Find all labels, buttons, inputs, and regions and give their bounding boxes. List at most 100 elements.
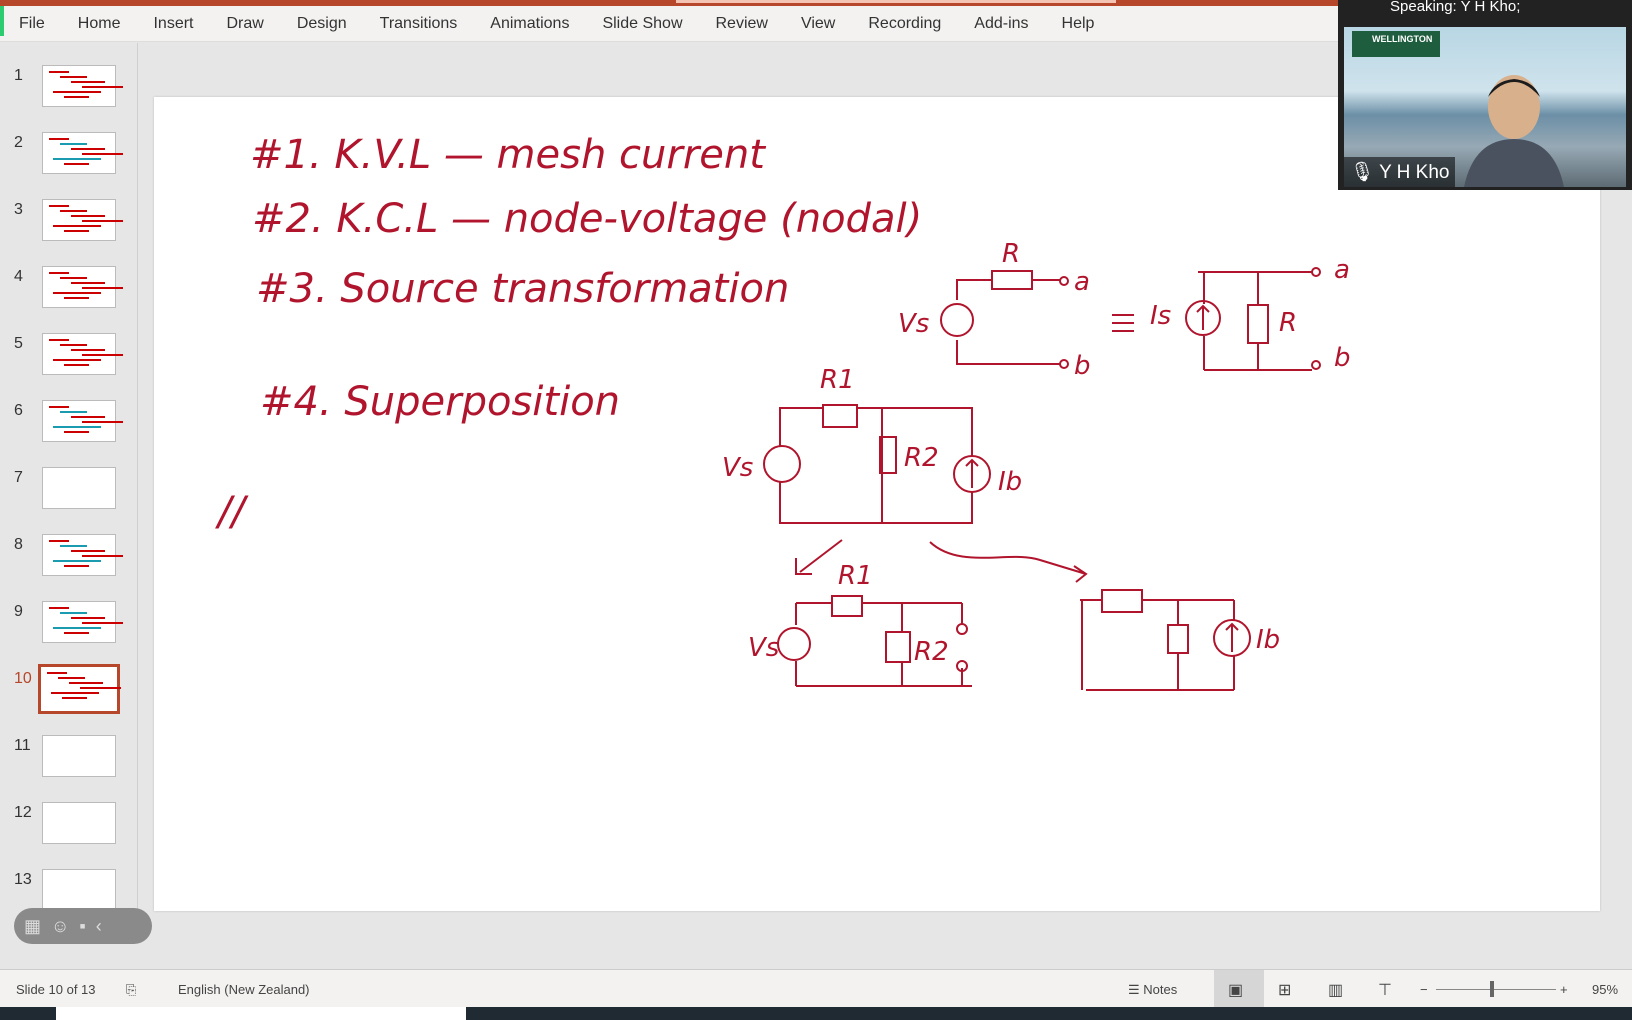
participant-video <box>1464 75 1564 187</box>
emoji-icon[interactable]: ☺ <box>51 916 69 937</box>
speaking-indicator: Speaking: Y H Kho; <box>1390 0 1521 15</box>
label-vs-3: Vs <box>748 633 779 663</box>
slide-thumbnail-8[interactable]: 8 <box>0 534 138 584</box>
thumbnail-preview <box>42 601 123 643</box>
label-r: R <box>1002 239 1020 269</box>
label-a-norton: a <box>1334 255 1350 285</box>
label-vs: Vs <box>898 309 929 339</box>
slide-thumbnail-12[interactable]: 12 <box>0 802 138 852</box>
slide-thumbnail-4[interactable]: 4 <box>0 266 138 316</box>
slide-number: 12 <box>14 804 32 821</box>
thumbnail-preview <box>42 869 116 911</box>
label-r1-b: R1 <box>838 561 873 591</box>
ink-drawing: #1. K.V.L — mesh current #2. K.C.L — nod… <box>215 132 1351 691</box>
status-bar: Slide 10 of 13 ⎘ English (New Zealand) ☰… <box>0 969 1632 1008</box>
tab-file[interactable]: File <box>19 15 45 33</box>
slide-number: 7 <box>14 469 23 486</box>
tab-add-ins[interactable]: Add-ins <box>974 15 1028 33</box>
slide-canvas[interactable]: #1. K.V.L — mesh current #2. K.C.L — nod… <box>154 97 1600 911</box>
slide-thumbnail-9[interactable]: 9 <box>0 601 138 651</box>
slide-number: 6 <box>14 402 23 419</box>
slide-line-1: #1. K.V.L — mesh current <box>250 132 766 178</box>
search-box[interactable] <box>676 0 1116 3</box>
window-edge <box>0 6 4 36</box>
tab-view[interactable]: View <box>801 15 835 33</box>
slide-number: 11 <box>14 737 31 754</box>
tab-transitions[interactable]: Transitions <box>380 15 458 33</box>
zoom-slider[interactable] <box>1436 989 1556 990</box>
thumbnail-preview <box>42 132 123 174</box>
thumbnail-preview <box>42 735 116 777</box>
slide-thumbnail-6[interactable]: 6 <box>0 400 138 450</box>
label-a: a <box>1074 267 1090 297</box>
slide-number: 2 <box>14 134 23 151</box>
slide-line-2: #2. K.C.L — node-voltage (nodal) <box>252 196 922 242</box>
participant-name: 🎙 Y H Kho <box>1344 157 1456 187</box>
thumbnail-preview <box>42 266 123 308</box>
taskbar-search[interactable] <box>56 1007 466 1020</box>
tab-animations[interactable]: Animations <box>490 15 569 33</box>
tab-design[interactable]: Design <box>297 15 347 33</box>
circuit-drawings <box>763 267 1321 691</box>
video-panel[interactable]: Speaking: Y H Kho; WELLINGTON 🎙 Y H Kho <box>1338 0 1632 190</box>
slideshow-icon[interactable]: ⊤ <box>1378 980 1392 1000</box>
collapse-icon[interactable]: ‹ <box>96 916 102 937</box>
ribbon-tabs: File Home Insert Draw Design Transitions… <box>0 6 1340 42</box>
normal-view-icon[interactable]: ▣ <box>1228 980 1243 1000</box>
reading-view-icon[interactable]: ▥ <box>1328 980 1343 1000</box>
slide-number: 3 <box>14 201 23 218</box>
slide-line-5: // <box>215 489 249 535</box>
slide-thumbnail-11[interactable]: 11 <box>0 735 138 785</box>
slide-number: 10 <box>14 670 32 687</box>
label-r1: R1 <box>820 365 855 395</box>
thumbnail-preview <box>42 534 123 576</box>
slide-thumbnail-1[interactable]: 1 <box>0 65 138 115</box>
tab-recording[interactable]: Recording <box>868 15 941 33</box>
tab-home[interactable]: Home <box>78 15 121 33</box>
slide-thumbnail-2[interactable]: 2 <box>0 132 138 182</box>
label-r2-b: R2 <box>914 637 949 667</box>
notes-label: Notes <box>1143 982 1178 997</box>
zoom-level[interactable]: 95% <box>1592 982 1618 997</box>
slide-sorter-icon[interactable]: ⊞ <box>1278 980 1291 1000</box>
chat-icon[interactable]: ▪ <box>79 916 85 937</box>
tab-draw[interactable]: Draw <box>226 15 263 33</box>
zoom-in-button[interactable]: + <box>1560 982 1568 997</box>
language-indicator[interactable]: English (New Zealand) <box>178 982 310 997</box>
slide-number: 9 <box>14 603 23 620</box>
slide-thumbnail-5[interactable]: 5 <box>0 333 138 383</box>
thumbnail-preview <box>42 467 116 509</box>
notes-button[interactable]: ☰ Notes <box>1128 982 1177 998</box>
slide-number: 13 <box>14 871 32 888</box>
slide-thumbnail-pane[interactable]: 1 2 3 4 5 6 7 8 9 10 11 12 13 <box>0 43 138 928</box>
label-r2: R2 <box>904 443 939 473</box>
slide-thumbnail-10[interactable]: 10 <box>0 664 138 718</box>
thumbnail-preview <box>38 664 121 714</box>
thumbnail-preview <box>42 802 116 844</box>
grid-icon[interactable]: ▦ <box>24 916 41 937</box>
tab-help[interactable]: Help <box>1062 15 1095 33</box>
slide-number: 4 <box>14 268 23 285</box>
label-ib: Ib <box>998 467 1022 497</box>
zoom-slider-thumb[interactable] <box>1490 981 1494 997</box>
label-vs-2: Vs <box>722 453 753 483</box>
university-logo: WELLINGTON <box>1352 31 1440 57</box>
slide-counter: Slide 10 of 13 <box>16 982 96 997</box>
label-is: Is <box>1150 301 1171 331</box>
tab-insert[interactable]: Insert <box>153 15 193 33</box>
tab-slide-show[interactable]: Slide Show <box>602 15 682 33</box>
slide-number: 1 <box>14 67 23 84</box>
accessibility-icon[interactable]: ⎘ <box>126 982 136 998</box>
slide-number: 8 <box>14 536 23 553</box>
video-feed: WELLINGTON 🎙 Y H Kho <box>1344 27 1626 187</box>
label-b-norton: b <box>1334 343 1351 373</box>
thumbnail-preview <box>42 199 123 241</box>
tab-review[interactable]: Review <box>716 15 768 33</box>
thumbnail-preview <box>42 333 123 375</box>
slide-thumbnail-7[interactable]: 7 <box>0 467 138 517</box>
zoom-out-button[interactable]: − <box>1420 982 1428 997</box>
slide-thumbnail-3[interactable]: 3 <box>0 199 138 249</box>
annotation-toolbar: ▦ ☺ ▪ ‹ <box>14 908 152 944</box>
slide-line-4: #4. Superposition <box>260 379 620 425</box>
taskbar <box>0 1007 1632 1020</box>
